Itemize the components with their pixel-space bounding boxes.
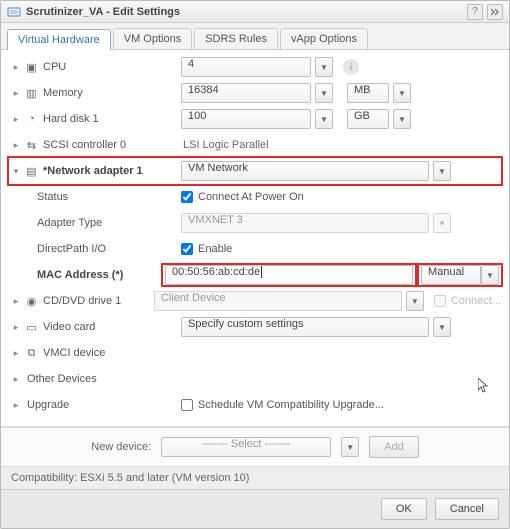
expand-vmci[interactable]: ▸ — [11, 348, 21, 358]
memory-stepper[interactable]: ▼ — [315, 83, 333, 103]
upgrade-label: Upgrade — [27, 399, 69, 411]
video-icon: ▭ — [24, 320, 39, 334]
expand-upgrade[interactable]: ▸ — [11, 400, 21, 410]
memory-value[interactable]: 16384 — [181, 83, 311, 103]
row-cdrom: ▸ ◉ CD/DVD drive 1 Client Device ▼ Conne… — [9, 288, 501, 314]
schedule-upgrade: Schedule VM Compatibility Upgrade... — [181, 399, 384, 411]
disk1-value[interactable]: 100 — [181, 109, 311, 129]
expand-scsi0[interactable]: ▸ — [11, 140, 21, 150]
connect-at-power-on: Connect At Power On — [181, 191, 304, 203]
vmci-label: VMCI device — [43, 347, 105, 359]
new-device-select[interactable]: ------- Select ------- — [161, 437, 331, 457]
expand-memory[interactable]: ▸ — [11, 88, 21, 98]
expand-cdrom[interactable]: ▸ — [11, 296, 21, 306]
nic1-mac-label: MAC Address (*) — [37, 269, 123, 281]
nic1-status-label: Status — [37, 191, 68, 203]
schedule-upgrade-checkbox[interactable] — [181, 399, 193, 411]
row-nic1-directpath: DirectPath I/O Enable — [9, 236, 501, 262]
mac-mode-dropdown[interactable]: ▼ — [481, 265, 499, 285]
nic-icon: ▤ — [24, 164, 39, 178]
other-label: Other Devices — [27, 373, 97, 385]
memory-unit-dropdown[interactable]: ▼ — [393, 83, 411, 103]
cdrom-label: CD/DVD drive 1 — [43, 295, 121, 307]
disk1-label: Hard disk 1 — [43, 113, 99, 125]
cpu-label: CPU — [43, 61, 66, 73]
row-cpu: ▸ ▣ CPU 4 ▼ i — [9, 54, 501, 80]
cdrom-select[interactable]: Client Device — [154, 291, 402, 311]
vm-icon — [7, 5, 21, 19]
compatibility-text: Compatibility: ESXi 5.5 and later (VM ve… — [11, 472, 249, 484]
scsi0-label: SCSI controller 0 — [43, 139, 126, 151]
row-nic1: ▾ ▤ *Network adapter 1 VM Network ▼ — [9, 158, 501, 184]
disk1-stepper[interactable]: ▼ — [315, 109, 333, 129]
directpath-enable: Enable — [181, 243, 232, 255]
tab-sdrs-rules[interactable]: SDRS Rules — [194, 28, 278, 49]
collapse-nic1[interactable]: ▾ — [11, 166, 21, 176]
cdrom-connect-label: Connect... — [451, 295, 501, 307]
video-select[interactable]: Specify custom settings — [181, 317, 429, 337]
memory-label: Memory — [43, 87, 83, 99]
row-upgrade: ▸ Upgrade Schedule VM Compatibility Upgr… — [9, 392, 501, 418]
nic1-adapter-type-label: Adapter Type — [37, 217, 102, 229]
row-memory: ▸ ▥ Memory 16384 ▼ MB ▼ — [9, 80, 501, 106]
help-button[interactable]: ? — [467, 4, 483, 20]
row-disk1: ▸ ◔ Hard disk 1 100 ▼ GB ▼ — [9, 106, 501, 132]
directpath-enable-label: Enable — [198, 243, 232, 255]
video-dropdown[interactable]: ▼ — [433, 317, 451, 337]
memory-unit[interactable]: MB — [347, 83, 389, 103]
new-device-label: New device: — [91, 441, 151, 453]
row-nic1-adapter-type: Adapter Type VMXNET 3 ▼ — [9, 210, 501, 236]
cpu-value[interactable]: 4 — [181, 57, 311, 77]
row-nic1-status: Status Connect At Power On — [9, 184, 501, 210]
popout-button[interactable] — [487, 4, 503, 20]
expand-cpu[interactable]: ▸ — [11, 62, 21, 72]
connect-at-power-on-label: Connect At Power On — [198, 191, 304, 203]
new-device-dropdown[interactable]: ▼ — [341, 437, 359, 457]
expand-video[interactable]: ▸ — [11, 322, 21, 332]
nic1-network-select[interactable]: VM Network — [181, 161, 429, 181]
directpath-enable-checkbox[interactable] — [181, 243, 193, 255]
row-video: ▸ ▭ Video card Specify custom settings ▼ — [9, 314, 501, 340]
cpu-icon: ▣ — [24, 60, 39, 74]
vmci-icon: ⧉ — [24, 346, 39, 360]
add-button[interactable]: Add — [369, 436, 419, 458]
connect-at-power-on-checkbox[interactable] — [181, 191, 193, 203]
memory-icon: ▥ — [24, 86, 39, 100]
cdrom-icon: ◉ — [24, 294, 39, 308]
nic1-directpath-label: DirectPath I/O — [37, 243, 106, 255]
cdrom-connect: Connect... — [434, 295, 501, 307]
cpu-info-icon[interactable]: i — [343, 59, 359, 75]
tab-virtual-hardware[interactable]: Virtual Hardware — [7, 29, 111, 50]
cpu-dropdown[interactable]: ▼ — [315, 57, 333, 77]
tab-vm-options[interactable]: VM Options — [113, 28, 192, 49]
expand-disk1[interactable]: ▸ — [11, 114, 21, 124]
expand-other[interactable]: ▸ — [11, 374, 21, 384]
cdrom-connect-checkbox — [434, 295, 446, 307]
mac-address-input[interactable]: 00:50:56:ab:cd:de — [165, 265, 413, 285]
video-label: Video card — [43, 321, 95, 333]
cdrom-dropdown[interactable]: ▼ — [406, 291, 424, 311]
nic1-network-dropdown[interactable]: ▼ — [433, 161, 451, 181]
adapter-type-select: VMXNET 3 — [181, 213, 429, 233]
nic1-label: *Network adapter 1 — [43, 165, 143, 177]
ok-button[interactable]: OK — [381, 498, 427, 520]
row-vmci: ▸ ⧉ VMCI device — [9, 340, 501, 366]
schedule-upgrade-label: Schedule VM Compatibility Upgrade... — [198, 399, 384, 411]
mac-mode-highlight: Manual ▼ — [417, 263, 503, 287]
tab-vapp-options[interactable]: vApp Options — [280, 28, 368, 49]
disk1-unit[interactable]: GB — [347, 109, 389, 129]
scsi0-value: LSI Logic Parallel — [181, 139, 269, 151]
row-nic1-mac: MAC Address (*) 00:50:56:ab:cd:de Manual… — [9, 262, 501, 288]
scsi-icon: ⇆ — [24, 138, 39, 152]
disk1-unit-dropdown[interactable]: ▼ — [393, 109, 411, 129]
window-title: Scrutinizer_VA - Edit Settings — [26, 6, 463, 18]
cancel-button[interactable]: Cancel — [435, 498, 499, 520]
adapter-type-dropdown: ▼ — [433, 213, 451, 233]
row-other-devices: ▸ Other Devices — [9, 366, 501, 392]
disk-icon: ◔ — [24, 112, 39, 126]
mac-mode-select[interactable]: Manual — [421, 265, 481, 285]
row-scsi0: ▸ ⇆ SCSI controller 0 LSI Logic Parallel — [9, 132, 501, 158]
mac-input-highlight: 00:50:56:ab:cd:de — [161, 263, 417, 287]
